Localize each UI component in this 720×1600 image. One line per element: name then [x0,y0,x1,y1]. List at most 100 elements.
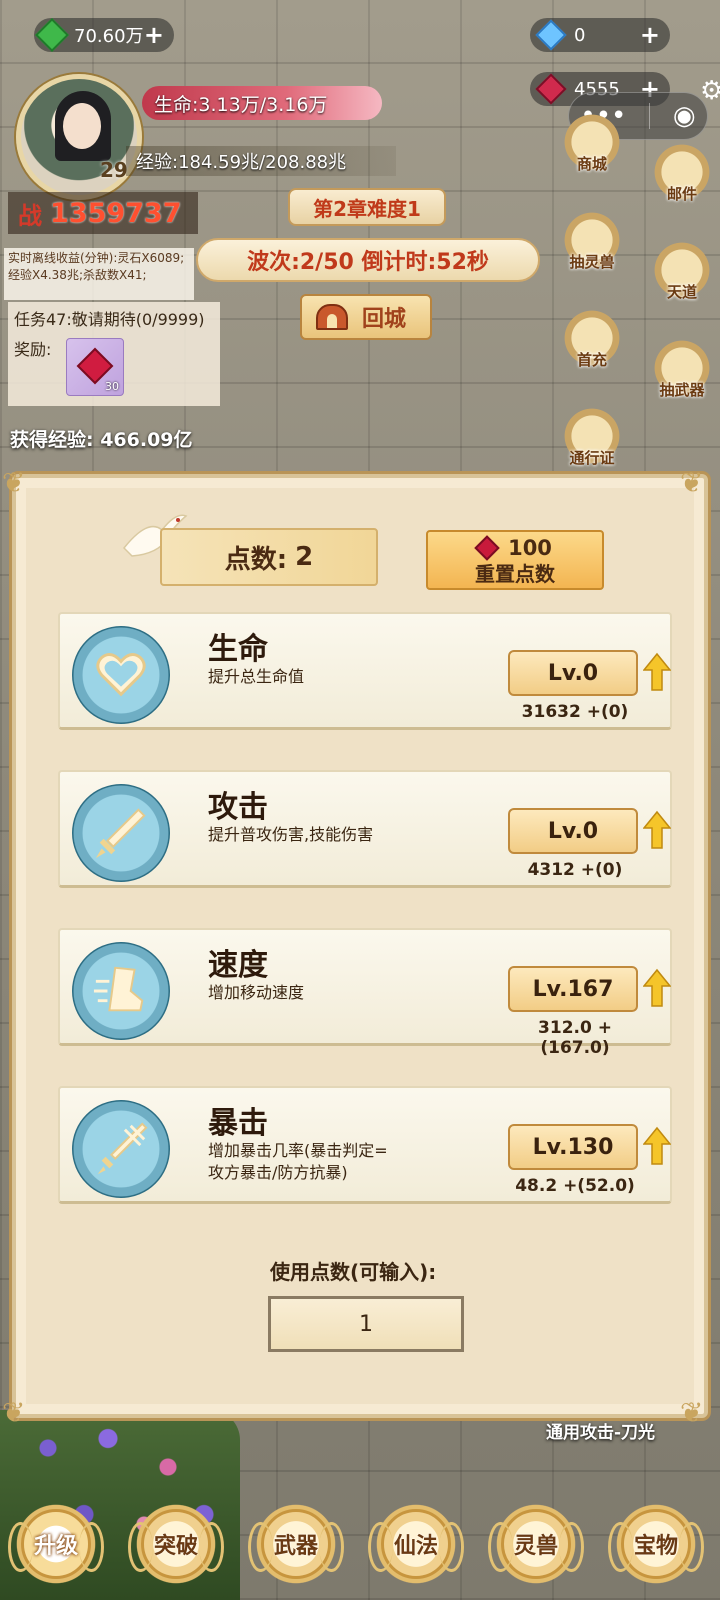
stat-card-crit: 暴击 增加暴击几率(暴击判定= 攻方暴击/防方抗暴) Lv.130 48.2 +… [58,1086,672,1204]
mail-icon[interactable]: 邮件 [650,140,714,204]
nav-label: 灵兽 [501,1509,571,1579]
nav-label: 升级 [21,1509,91,1579]
stat-value: 48.2 +(52.0) [515,1176,635,1196]
reset-cost-value: 100 [508,536,552,560]
panel-corner-ornament: ❦ [680,1396,704,1429]
back-to-city-button[interactable]: 回城 [300,294,432,340]
stat-level-button[interactable]: Lv.130 [508,1124,638,1170]
avatar-face [63,103,101,149]
upgrade-arrow-icon[interactable] [643,652,671,692]
exp-bar: 经验:184.59兆/208.88兆 [126,146,396,176]
crit-sword-icon [72,1100,170,1198]
green-gem-value: 70.60万 [74,26,144,47]
use-points-input[interactable] [268,1296,464,1352]
offline-income-text: 实时离线收益(分钟):灵石X6089;经验X4.38兆;杀敌数X41; [4,248,194,300]
heart-icon [72,626,170,724]
weapon-draw-icon[interactable]: 抽武器 [650,336,714,400]
player-level: 29 [100,158,128,182]
stat-level-button[interactable]: Lv.0 [508,650,638,696]
stat-desc-line2: 攻方暴击/防方抗暴) [208,1163,348,1182]
diamond-value: 0 [574,24,586,46]
stat-value: 312.0 +(167.0) [538,1018,612,1058]
red-gem-icon [535,73,567,105]
upgrade-arrow-icon[interactable] [643,968,671,1008]
stat-card-attack: 攻击 提升普攻伤害,技能伤害 Lv.0 4312 +(0) [58,770,672,888]
red-gem-icon [76,347,114,385]
city-gate-icon [316,304,348,330]
side-item-label: 抽武器 [659,381,705,399]
chapter-difficulty-label[interactable]: 第2章难度1 [288,188,446,226]
upgrade-arrow-icon[interactable] [643,810,671,850]
nav-spirit-beast[interactable]: 灵兽 [486,1494,586,1594]
reset-label: 重置点数 [475,562,555,586]
pass-icon[interactable]: 通行证 [560,404,624,468]
reset-points-button[interactable]: 100 重置点数 [426,530,604,590]
stat-desc: 提升普攻伤害,技能伤害 [208,825,374,844]
stat-desc-line1: 增加暴击几率(暴击判定= [208,1141,388,1160]
power-label: 战 [18,201,42,230]
side-item-label: 邮件 [666,185,697,203]
stat-card-speed: 速度 增加移动速度 Lv.167 312.0 +(167.0) [58,928,672,1058]
reward-count: 30 [105,380,119,393]
capsule-divider [649,103,651,129]
reward-item-slot[interactable]: 30 [66,338,124,396]
hp-bar: 生命:3.13万/3.16万 [142,86,382,120]
nav-label: 突破 [141,1509,211,1579]
use-points-label: 使用点数(可输入): [270,1260,437,1284]
nav-breakthrough[interactable]: 突破 [126,1494,226,1594]
points-label: 点数: [224,544,288,575]
stat-level-button[interactable]: Lv.167 [508,966,638,1012]
panel-corner-ornament: ❦ [2,466,26,499]
side-item-label: 抽灵兽 [569,253,615,271]
side-item-label: 首充 [576,351,607,369]
nav-label: 仙法 [381,1509,451,1579]
power-value: 1359737 [50,197,182,229]
combat-power: 战 1359737 [8,192,198,234]
stat-name: 生命 [208,632,268,667]
red-gem-icon [474,535,500,561]
stat-level-button[interactable]: Lv.0 [508,808,638,854]
close-target-icon[interactable]: ◉ [673,101,696,131]
nav-label: 武器 [261,1509,331,1579]
nav-spell[interactable]: 仙法 [366,1494,466,1594]
boot-icon [72,942,170,1040]
stat-card-hp: 生命 提升总生命值 Lv.0 31632 +(0) [58,612,672,730]
gain-exp-text: 获得经验: 466.09亿 [10,429,193,451]
points-value: 2 [295,542,314,572]
side-item-label: 商城 [576,155,607,173]
first-recharge-icon[interactable]: 首充 [560,306,624,370]
stat-desc: 提升总生命值 [208,667,305,686]
pet-draw-icon[interactable]: 抽灵兽 [560,208,624,272]
taiji-icon[interactable]: 天道 [650,238,714,302]
stat-desc: 增加移动速度 [208,983,305,1002]
nav-treasure[interactable]: 宝物 [606,1494,706,1594]
sword-icon [72,784,170,882]
nav-weapon[interactable]: 武器 [246,1494,346,1594]
stat-name: 暴击 [208,1106,268,1141]
nav-upgrade[interactable]: 升级 [6,1494,106,1594]
shop-icon[interactable]: 商城 [560,110,624,174]
panel-corner-ornament: ❦ [680,466,704,499]
add-diamond-icon[interactable]: + [640,21,660,49]
panel-corner-ornament: ❦ [2,1396,26,1429]
gear-icon[interactable]: ⚙ [700,76,720,106]
stat-name: 速度 [208,948,268,983]
points-display: 点数: 2 [160,528,378,586]
diamond-counter[interactable]: 0 + [530,18,670,52]
stat-name: 攻击 [208,790,268,825]
bottom-nav: 升级 突破 武器 仙法 灵兽 宝物 [0,1494,720,1594]
stat-value: 4312 +(0) [527,860,623,880]
stat-value: 31632 +(0) [521,702,629,722]
diamond-icon [535,19,567,51]
green-gem-icon [35,18,69,52]
back-city-label: 回城 [362,307,407,332]
green-gem-counter[interactable]: 70.60万 + [34,18,174,52]
task-panel[interactable]: 任务47:敬请期待(0/9999) 奖励: 30 [8,302,220,406]
side-item-label: 天道 [666,283,697,301]
add-green-gem-icon[interactable]: + [144,21,164,49]
wave-countdown-bar: 波次:2/50 倒计时:52秒 [196,238,540,282]
upgrade-arrow-icon[interactable] [643,1126,671,1166]
reset-cost: 100 [428,535,602,561]
nav-label: 宝物 [621,1509,691,1579]
task-title: 任务47:敬请期待(0/9999) [14,310,205,329]
